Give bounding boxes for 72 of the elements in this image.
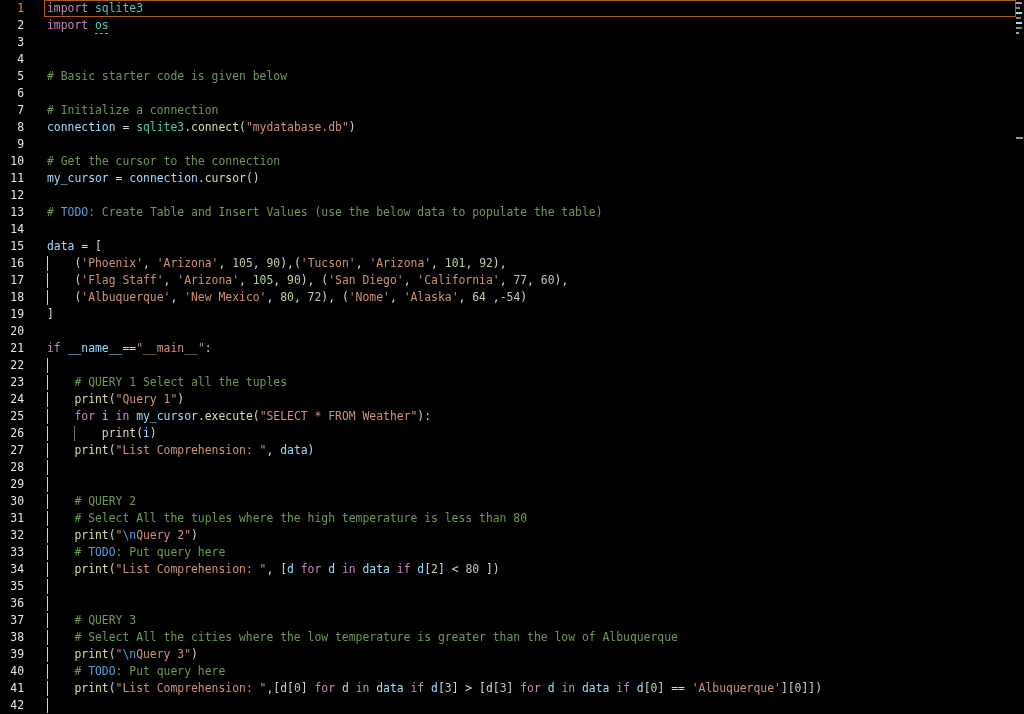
- code-line: # Select All the tuples where the high temperature is less than 80: [74, 511, 528, 526]
- line-number: 39: [9, 646, 24, 663]
- code-line: ]: [47, 307, 54, 322]
- line-number: 5: [16, 68, 24, 85]
- line-number: 34: [9, 561, 24, 578]
- line-number: 21: [9, 340, 24, 357]
- line-number: 12: [9, 187, 24, 204]
- code-line: import os: [47, 18, 109, 33]
- code-line: # TODO: Create Table and Insert Values (use the below data to populate the table): [47, 205, 603, 220]
- line-number: 3: [16, 34, 24, 51]
- line-number: 19: [9, 306, 24, 323]
- line-number: 38: [9, 629, 24, 646]
- code-line: ('Flag Staff', 'Arizona', 105, 90), ('San Diego', 'California', 77, 60),: [74, 273, 569, 288]
- code-line: # TODO: Put query here: [74, 545, 226, 560]
- code-line: data = [: [47, 239, 102, 254]
- code-line: connection = sqlite3.connect("mydatabase.db"): [47, 120, 356, 135]
- code-line: # QUERY 1 Select all the tuples: [74, 375, 287, 390]
- code-line: # QUERY 2: [74, 494, 137, 509]
- line-number: 7: [16, 102, 24, 119]
- line-number: 20: [9, 323, 24, 340]
- line-number: 28: [9, 459, 24, 476]
- code-line: # Select All the cities where the low temperature is greater than the low of Albuquerque: [74, 630, 678, 645]
- minimap[interactable]: [1016, 0, 1024, 140]
- code-line: ('Albuquerque', 'New Mexico', 80, 72), ('Nome', 'Alaska', 64 ,-54): [74, 290, 528, 305]
- line-number: 31: [9, 510, 24, 527]
- code-line: print(i): [101, 426, 157, 441]
- code-line: my_cursor = connection.cursor(): [47, 171, 260, 186]
- code-line: print("List Comprehension: ", [d for d in data if d[2] < 80 ]): [74, 562, 500, 577]
- code-line: ('Phoenix', 'Arizona', 105, 90),('Tucson', 'Arizona', 101, 92),: [74, 256, 507, 271]
- code-line: for i in my_cursor.execute("SELECT * FROM Weather"):: [74, 409, 432, 424]
- code-line: print("\nQuery 3"): [74, 647, 198, 662]
- code-line: import sqlite3: [47, 1, 144, 16]
- code-line: # Get the cursor to the connection: [47, 154, 281, 169]
- line-number: 30: [9, 493, 24, 510]
- code-line: # Initialize a connection: [47, 103, 219, 118]
- line-number: 35: [9, 578, 24, 595]
- code-line: # QUERY 3: [74, 613, 137, 628]
- line-number: 36: [9, 595, 24, 612]
- line-number: 42: [9, 697, 24, 714]
- code-line: print("List Comprehension: ", data): [74, 443, 315, 458]
- line-number: 15: [9, 238, 24, 255]
- line-number: 41: [9, 680, 24, 697]
- line-number: 9: [16, 136, 24, 153]
- line-number: 16: [9, 255, 24, 272]
- line-number: 8: [16, 119, 24, 136]
- line-number: 13: [9, 204, 24, 221]
- line-number: 24: [9, 391, 24, 408]
- line-number: 26: [9, 425, 24, 442]
- line-number: 33: [9, 544, 24, 561]
- code-line: print("\nQuery 2"): [74, 528, 198, 543]
- line-number: 17: [9, 272, 24, 289]
- code-line: print("Query 1"): [74, 392, 185, 407]
- line-number: 29: [9, 476, 24, 493]
- line-number: 18: [9, 289, 24, 306]
- code-line: # TODO: Put query here: [74, 664, 226, 679]
- line-number: 6: [16, 85, 24, 102]
- line-number: 22: [9, 357, 24, 374]
- line-number: 32: [9, 527, 24, 544]
- code-line: # Basic starter code is given below: [47, 69, 288, 84]
- code-line: print("List Comprehension: ",[d[0] for d in data if d[3] > [d[3] for d in data if d[0] == 'Albuquerque'][0]]): [74, 681, 823, 696]
- line-number: 1: [16, 0, 24, 17]
- line-number: 11: [9, 170, 24, 187]
- line-number: 37: [9, 612, 24, 629]
- line-number: 23: [9, 374, 24, 391]
- line-number: 14: [9, 221, 24, 238]
- line-number: 27: [9, 442, 24, 459]
- line-number: 25: [9, 408, 24, 425]
- code-line: if __name__=="__main__":: [47, 341, 212, 356]
- line-number: 40: [9, 663, 24, 680]
- line-number: 10: [9, 153, 24, 170]
- line-number: 2: [16, 17, 24, 34]
- line-number: 4: [16, 51, 24, 68]
